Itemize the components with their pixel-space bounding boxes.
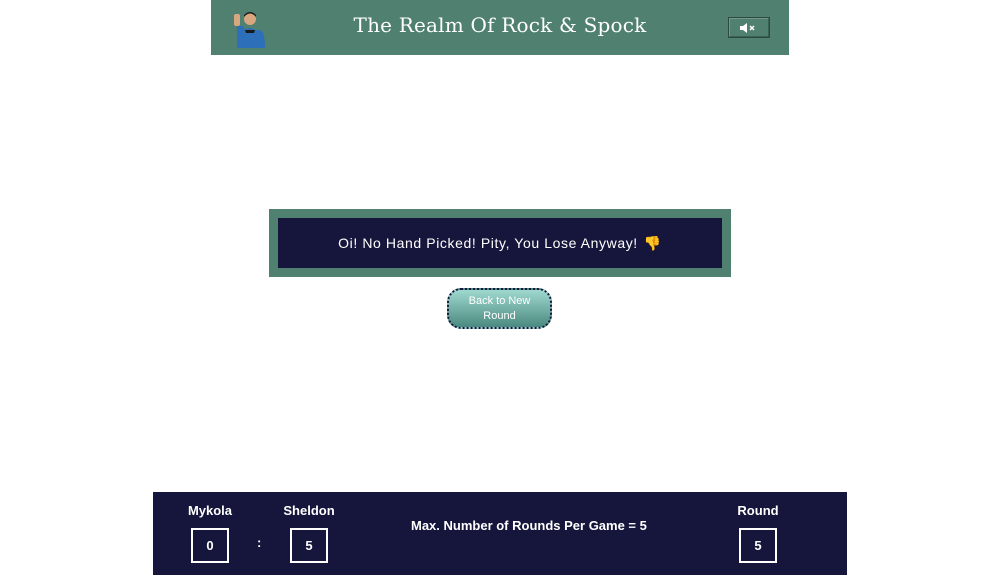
speaker-mute-icon xyxy=(740,22,755,33)
result-message-text: Oi! No Hand Picked! Pity, You Lose Anywa… xyxy=(338,235,638,251)
player1-name: Mykola xyxy=(187,503,233,518)
player2-name: Sheldon xyxy=(283,503,335,518)
player1-score: 0 xyxy=(191,528,229,563)
scoreboard: Mykola 0 : Sheldon 5 Max. Number of Roun… xyxy=(153,492,847,575)
result-message-frame: Oi! No Hand Picked! Pity, You Lose Anywa… xyxy=(269,209,731,277)
round-label: Round xyxy=(737,503,779,518)
page: The Realm Of Rock & Spock Oi! No Hand Pi… xyxy=(0,0,1000,575)
player1-column: Mykola 0 xyxy=(180,502,240,563)
player2-column: Sheldon 5 xyxy=(279,502,339,563)
page-title: The Realm Of Rock & Spock xyxy=(353,13,647,37)
mute-button[interactable] xyxy=(728,17,770,38)
thumbs-down-icon: 👎 xyxy=(643,234,662,251)
round-column: Round 5 xyxy=(728,502,788,563)
result-message: Oi! No Hand Picked! Pity, You Lose Anywa… xyxy=(278,218,722,268)
player2-score: 5 xyxy=(290,528,328,563)
max-rounds-text: Max. Number of Rounds Per Game = 5 xyxy=(411,518,647,533)
score-separator: : xyxy=(257,535,262,550)
header-bar: The Realm Of Rock & Spock xyxy=(211,0,789,55)
back-to-new-round-button[interactable]: Back to New Round xyxy=(447,288,552,329)
round-value: 5 xyxy=(739,528,777,563)
